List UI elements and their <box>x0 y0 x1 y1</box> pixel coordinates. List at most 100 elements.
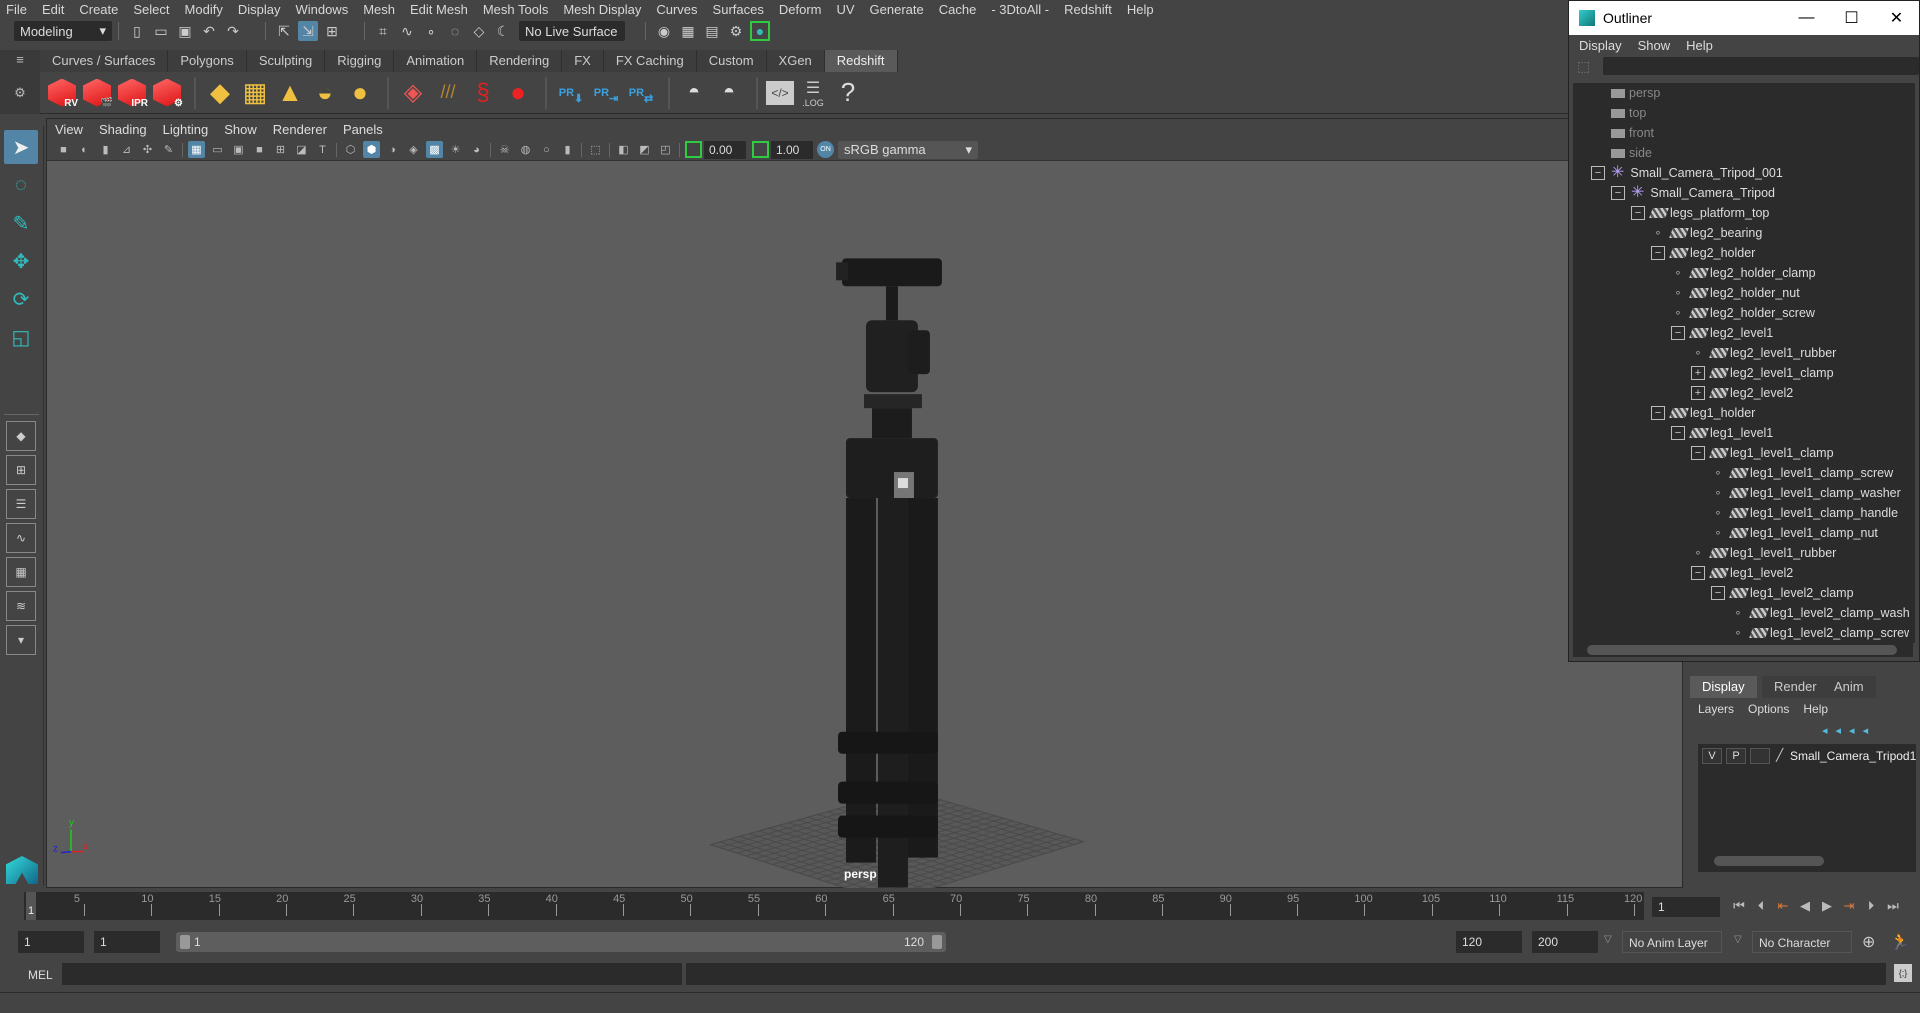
outliner-search-input[interactable] <box>1603 57 1919 75</box>
outliner-item[interactable]: side <box>1611 143 1652 163</box>
outliner-item[interactable]: − ✳ Small_Camera_Tripod <box>1611 183 1775 203</box>
select-camera-icon[interactable]: ■ <box>55 141 72 158</box>
outliner-item[interactable]: ∘ leg1_level1_clamp_handle <box>1711 503 1898 523</box>
wireframe-on-shaded-icon[interactable]: ◈ <box>405 141 422 158</box>
snap-projected-icon[interactable]: ◌ <box>445 21 465 41</box>
save-scene-icon[interactable]: ▣ <box>175 21 195 41</box>
hypershade-icon[interactable]: ● <box>750 21 770 41</box>
tab-anim[interactable]: Anim <box>1822 676 1876 698</box>
layer-name[interactable]: Small_Camera_Tripod1 <box>1790 749 1916 763</box>
step-forward-frame-icon[interactable]: ⏵ <box>1862 898 1880 916</box>
use-all-lights-icon[interactable]: ☀ <box>447 141 464 158</box>
shelf-menu-icon[interactable]: ≡ <box>0 52 40 67</box>
display-type-toggle[interactable] <box>1750 748 1770 764</box>
outliner-item[interactable]: − leg2_holder <box>1651 243 1755 263</box>
help-button[interactable]: ? <box>832 77 864 109</box>
snap-curve-icon[interactable]: ∿ <box>397 21 417 41</box>
isolate-select-icon[interactable]: ⬚ <box>587 141 604 158</box>
menu-deform[interactable]: Deform <box>779 2 822 17</box>
shelf-tab-redshift[interactable]: Redshift <box>824 50 898 72</box>
outliner-item[interactable]: + leg2_level1_clamp <box>1691 363 1834 383</box>
chevron-down-icon[interactable]: ▽ <box>1604 934 1612 945</box>
open-scene-icon[interactable]: ▭ <box>151 21 171 41</box>
redshift-render-settings-button[interactable]: ⚙ <box>151 77 183 109</box>
outliner-item[interactable]: ∘ leg1_level1_clamp_nut <box>1711 523 1878 543</box>
shelf-tab-animation[interactable]: Animation <box>394 50 478 72</box>
ipr-render-icon[interactable]: ▤ <box>702 21 722 41</box>
outliner-item[interactable]: − leg1_level1_clamp <box>1691 443 1834 463</box>
outliner-item[interactable]: front <box>1611 123 1654 143</box>
layer-hscroll[interactable] <box>1702 856 1912 868</box>
playback-start-field[interactable]: 1 <box>94 931 160 953</box>
rs-ies-light-button[interactable]: ▲ <box>274 77 306 109</box>
workspace-dropdown[interactable]: Modeling ▾ <box>14 21 112 41</box>
shelf-tab-curves-surfaces[interactable]: Curves / Surfaces <box>40 50 169 72</box>
wireframe-icon[interactable]: ⬡ <box>342 141 359 158</box>
menu-modify[interactable]: Modify <box>185 2 223 17</box>
lasso-tool-icon[interactable]: ◌ <box>4 168 38 202</box>
rs-proxy-import-button[interactable]: PR ⇥ <box>590 77 622 109</box>
menu-generate[interactable]: Generate <box>870 2 924 17</box>
frame-icon[interactable]: ◰ <box>657 141 674 158</box>
outliner-item[interactable]: ∘ leg1_level1_clamp_screw <box>1711 463 1894 483</box>
expand-icon[interactable]: + <box>1691 386 1705 400</box>
grease-pencil-icon[interactable]: ✎ <box>160 141 177 158</box>
outliner-hscroll[interactable] <box>1573 643 1913 657</box>
log-button[interactable]: ☰ .LOG <box>797 77 829 109</box>
render-current-icon[interactable]: ▦ <box>678 21 698 41</box>
script-editor-icon[interactable]: {;} <box>1894 964 1912 982</box>
step-back-key-icon[interactable]: ⇤ <box>1774 898 1792 916</box>
xray-joints-icon[interactable]: ◍ <box>517 141 534 158</box>
filter-icon[interactable]: ⬚ <box>1577 58 1590 75</box>
outliner-item[interactable]: − leg1_level2_clamp <box>1711 583 1854 603</box>
undo-icon[interactable]: ↶ <box>199 21 219 41</box>
outliner-item[interactable]: top <box>1611 103 1646 123</box>
cmd-language-label[interactable]: MEL <box>28 968 53 982</box>
rs-proxy-export-button[interactable]: PR ⬇ <box>555 77 587 109</box>
select-object-icon[interactable]: ⇲ <box>298 21 318 41</box>
gate-mask-icon[interactable]: ■ <box>251 141 268 158</box>
redo-icon[interactable]: ↷ <box>223 21 243 41</box>
maximize-button[interactable]: ☐ <box>1829 1 1874 35</box>
rotate-tool-icon[interactable]: ⟳ <box>4 282 38 316</box>
playback-toggle[interactable]: P <box>1726 748 1746 764</box>
outliner-item[interactable]: − leg1_level2 <box>1691 563 1793 583</box>
outliner-item[interactable]: − ✳ Small_Camera_Tripod_001 <box>1591 163 1783 183</box>
play-backwards-icon[interactable]: ◀ <box>1796 898 1814 916</box>
range-bar[interactable]: 1 120 <box>176 932 946 952</box>
scale-tool-icon[interactable]: ◱ <box>4 320 38 354</box>
color-management-toggle[interactable]: ON <box>817 141 834 158</box>
outliner-item[interactable]: + leg2_level2 <box>1691 383 1793 403</box>
camera-view-icon[interactable]: ◩ <box>636 141 653 158</box>
collapse-icon[interactable]: − <box>1671 326 1685 340</box>
select-component-icon[interactable]: ⊞ <box>322 21 342 41</box>
persp-graph-layout-icon[interactable]: ∿ <box>6 523 36 553</box>
collapse-icon[interactable]: − <box>1631 206 1645 220</box>
outliner-menu-help[interactable]: Help <box>1686 38 1713 53</box>
menu-surfaces[interactable]: Surfaces <box>713 2 764 17</box>
visibility-toggle[interactable]: V <box>1702 748 1722 764</box>
viewport-canvas[interactable]: y x z <box>47 162 1682 889</box>
layer-row[interactable]: V P ╱ Small_Camera_Tripod1 <box>1698 744 1916 768</box>
collapse-icon[interactable]: − <box>1671 426 1685 440</box>
snap-surface-icon[interactable]: ◇ <box>469 21 489 41</box>
rs-portal-light-button[interactable]: ▦ <box>239 77 271 109</box>
outliner-item[interactable]: ∘ leg1_level2_clamp_screw <box>1731 623 1913 643</box>
close-button[interactable]: ✕ <box>1874 1 1919 35</box>
menu-uv[interactable]: UV <box>836 2 854 17</box>
hypershade-layout-icon[interactable]: ▦ <box>6 557 36 587</box>
menu-redshift[interactable]: Redshift <box>1064 2 1112 17</box>
rs-sun-light-button[interactable]: ● <box>344 77 376 109</box>
motion-blur-icon[interactable]: ▮ <box>559 141 576 158</box>
scroll-thumb[interactable] <box>1587 645 1897 655</box>
shelf-tab-rigging[interactable]: Rigging <box>325 50 395 72</box>
character-set-dropdown[interactable]: No Character Set <box>1752 931 1852 972</box>
tab-display[interactable]: Display <box>1690 676 1757 698</box>
gamma-field[interactable]: 1.00 <box>771 140 813 159</box>
grid-icon[interactable]: ▦ <box>188 141 205 158</box>
outliner-item[interactable]: ∘ leg2_holder_screw <box>1671 303 1815 323</box>
single-perspective-layout-icon[interactable]: ◆ <box>6 421 36 451</box>
outliner-item[interactable]: ∘ leg2_level1_rubber <box>1691 343 1837 363</box>
shelf-settings-icon[interactable]: ⚙ <box>0 85 40 101</box>
snap-live-icon[interactable]: ☾ <box>493 21 513 41</box>
